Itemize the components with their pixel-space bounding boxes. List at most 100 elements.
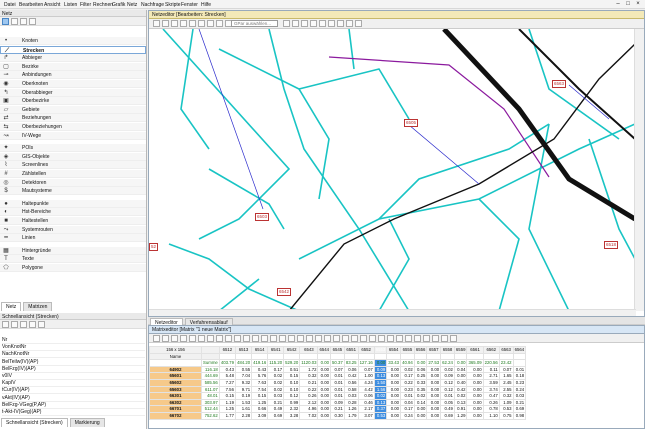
matrix-cell[interactable]: 0.43 xyxy=(251,365,269,374)
matrix-cell[interactable]: 0.91 xyxy=(453,405,468,413)
matrix-row-id[interactable]: 66701 xyxy=(149,405,202,413)
matrix-cell[interactable]: 1.56 xyxy=(373,385,388,394)
quick-view-row[interactable]: BelFzg-VGeg(P,AP) xyxy=(2,402,145,409)
matrix-cell[interactable]: 4.96 xyxy=(299,405,319,413)
matrix-cell[interactable]: 0.00 xyxy=(466,378,484,387)
matrix-cell[interactable]: 0.17 xyxy=(400,405,415,413)
quick-view-row[interactable]: v0IV xyxy=(2,373,145,380)
matrix-cell[interactable]: 0.02 xyxy=(373,392,388,400)
network-item-linien[interactable]: ━ Linien xyxy=(0,234,146,243)
quick-view-row[interactable]: BelTeilw(IV)(AP) xyxy=(2,359,145,366)
matrix-cell[interactable]: 0.98 xyxy=(512,411,527,420)
matrix-cell[interactable]: 0.32 xyxy=(498,392,514,400)
matrix-tool-button[interactable] xyxy=(396,335,403,342)
matrix-cell[interactable]: 0.01 xyxy=(330,385,345,394)
matrix-cell[interactable]: 0.13 xyxy=(373,398,388,407)
settings-button[interactable] xyxy=(216,20,223,27)
matrix-cell[interactable]: 0.05 xyxy=(440,398,455,407)
matrix-cell[interactable]: 0.01 xyxy=(330,392,345,400)
matrix-cell[interactable]: 0.01 xyxy=(512,365,527,374)
network-item-strecken[interactable]: ⟋ Strecken xyxy=(0,45,146,54)
matrix-cell[interactable]: 0.24 xyxy=(400,411,415,420)
matrix-cell[interactable]: 2.45 xyxy=(498,378,514,387)
matrix-cell[interactable]: 9.32 xyxy=(234,378,253,387)
matrix-row[interactable]: 65601 444.69 5.48 7.04 5.76 0.02 0.15 0.32 0.00 0… xyxy=(149,372,527,380)
matrix-cell[interactable]: 0.00 xyxy=(317,398,332,407)
matrix-cell[interactable]: 0.04 xyxy=(400,398,415,407)
matrix-cell[interactable]: 5.76 xyxy=(251,372,269,380)
matrix-cell[interactable]: 0.00 xyxy=(386,405,402,413)
matrix-tool-button[interactable] xyxy=(441,335,448,342)
matrix-cell[interactable]: 0.03 xyxy=(343,392,359,400)
gps-select[interactable]: GPar auswählen... xyxy=(231,20,278,27)
matrix-cell[interactable]: 0.40 xyxy=(453,378,468,387)
matrix-row-id[interactable]: 66302 xyxy=(149,398,202,407)
menu-item-4[interactable]: Filter xyxy=(80,2,91,8)
matrix-cell[interactable]: 0.10 xyxy=(283,378,301,387)
matrix-cell[interactable]: 0.42 xyxy=(453,385,468,394)
matrix-cell[interactable]: 0.00 xyxy=(426,392,442,400)
refresh-button[interactable] xyxy=(189,20,196,27)
matrix-row[interactable]: 66702 752.62 1.77 2.28 3.09 0.69 3.28 7.02 0.00 0… xyxy=(149,411,527,420)
network-item-oberknoten[interactable]: ◉ Oberknoten xyxy=(0,80,146,88)
matrix-cell[interactable]: 0.13 xyxy=(453,398,468,407)
menu-item-1[interactable]: Bearbeiten xyxy=(19,2,43,8)
matrix-cell[interactable]: 0.00 xyxy=(413,405,428,413)
node-label[interactable]: 6503 xyxy=(255,213,270,221)
matrix-cell[interactable]: 7.04 xyxy=(234,372,253,380)
matrix-column-header[interactable]: 6513 xyxy=(234,346,253,354)
matrix-cell[interactable]: 0.00 xyxy=(386,392,402,400)
matrix-cell[interactable]: 0.24 xyxy=(512,385,527,394)
quick-view-row[interactable]: KapIV xyxy=(2,380,145,388)
matrix-cell[interactable]: 0.13 xyxy=(373,372,388,380)
matrix-cell[interactable]: 0.00 xyxy=(466,385,484,394)
matrix-cell[interactable]: 0.06 xyxy=(413,365,428,374)
matrix-cell[interactable]: 0.00 xyxy=(386,365,402,374)
network-item-mautsysteme[interactable]: $ Mautsysteme xyxy=(0,187,146,196)
network-item-oberbezirke[interactable]: ▣ Oberbezirke xyxy=(0,97,146,106)
matrix-tool-button[interactable] xyxy=(153,335,160,342)
matrix-tool-button[interactable] xyxy=(324,335,331,342)
matrix-cell[interactable]: 7.63 xyxy=(251,378,269,387)
matrix-cell[interactable]: 1.79 xyxy=(343,411,359,420)
matrix-cell[interactable]: 0.30 xyxy=(330,411,345,420)
network-item-screenlines[interactable]: ⌇ Screenlines xyxy=(0,161,146,170)
matrix-cell[interactable]: 0.07 xyxy=(330,365,345,374)
matrix-cell[interactable]: 0.00 xyxy=(426,372,442,380)
matrix-cell[interactable]: 1.61 xyxy=(234,405,253,413)
matrix-cell[interactable]: 0.69 xyxy=(440,411,455,420)
matrix-column-header[interactable]: 6562 xyxy=(482,346,500,354)
matrix-cell[interactable]: 0.33 xyxy=(413,378,428,387)
matrix-cell[interactable]: 0.75 xyxy=(498,411,514,420)
matrix-cell[interactable]: 0.22 xyxy=(299,385,319,394)
menu-item-3[interactable]: Listen xyxy=(64,2,77,8)
matrix-cell[interactable]: 0.12 xyxy=(440,378,455,387)
matrix-column-header[interactable]: 6553 xyxy=(373,346,388,354)
matrix-cell[interactable]: 0.42 xyxy=(343,372,359,380)
matrix-cell[interactable]: 0.00 xyxy=(466,365,484,374)
matrix-cell[interactable]: 3.09 xyxy=(251,411,269,420)
matrix-cell[interactable]: 0.02 xyxy=(267,372,285,380)
menu-item-6[interactable]: Grafik xyxy=(112,2,125,8)
matrix-column-header[interactable]: 6512 xyxy=(218,346,236,354)
tab-quick-view[interactable]: Schnellansicht (Strecken) xyxy=(1,418,68,427)
matrix-cell[interactable]: 0.55 xyxy=(234,365,253,374)
matrix-cell[interactable]: 0.17 xyxy=(400,372,415,380)
matrix-cell[interactable]: 0.00 xyxy=(466,398,484,407)
matrix-cell[interactable]: 0.22 xyxy=(400,378,415,387)
matrix-cell[interactable]: 0.00 xyxy=(386,411,402,420)
matrix-tool-button[interactable] xyxy=(360,335,367,342)
matrix-column-header[interactable]: 6543 xyxy=(299,346,319,354)
matrix-cell[interactable]: 0.00 xyxy=(426,385,442,394)
matrix-column-header[interactable]: 6561 xyxy=(466,346,484,354)
matrix-cell[interactable]: 0.09 xyxy=(373,365,388,374)
network-item-z-hlstellen[interactable]: # Zählstellen xyxy=(0,170,146,178)
matrix-column-header[interactable]: 6551 xyxy=(343,346,359,354)
network-item-anbindungen[interactable]: ⊸ Anbindungen xyxy=(0,71,146,80)
matrix-cell[interactable]: 0.26 xyxy=(482,398,500,407)
tab-matrizen[interactable]: Matrizen xyxy=(23,302,53,311)
matrix-cell[interactable]: 0.00 xyxy=(317,405,332,413)
matrix-column-header[interactable]: 6514 xyxy=(251,346,269,354)
matrix-cell[interactable]: 0.69 xyxy=(512,405,527,413)
quick-view-row[interactable]: vAkt(IV)(AP) xyxy=(2,395,145,402)
